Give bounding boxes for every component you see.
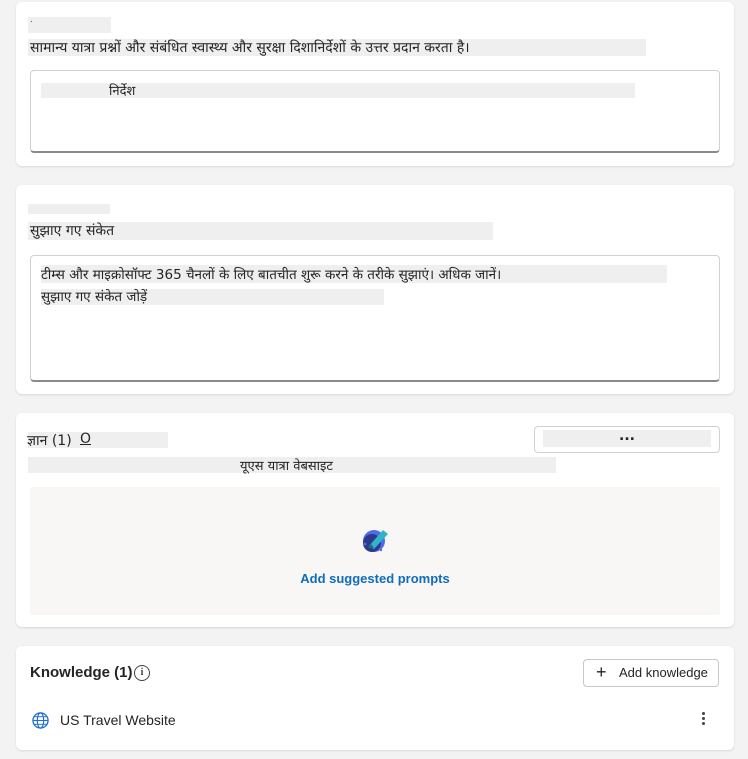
globe-icon	[32, 712, 49, 729]
suggested-prompts-field[interactable]: टीम्स और माइक्रोसॉफ्ट 365 चैनलों के लिए …	[30, 255, 720, 382]
suggested-prompts-card: सुझाए गए संकेत टीम्स और माइक्रोसॉफ्ट 365…	[16, 185, 734, 394]
description-text: सामान्य यात्रा प्रश्नों और संबंधित स्वास…	[30, 40, 470, 56]
knowledge-overlay-card: ज्ञान (1) O ... यूएस यात्रा वेबसाइट Add …	[16, 413, 734, 627]
knowledge-title: Knowledge (1)	[30, 664, 133, 681]
description-card: . सामान्य यात्रा प्रश्नों और संबंधित स्व…	[16, 2, 734, 166]
info-icon[interactable]: i	[134, 665, 150, 681]
add-suggested-prompts-link[interactable]: Add suggested prompts	[30, 571, 720, 586]
suggested-prompts-description: टीम्स और माइक्रोसॉफ्ट 365 चैनलों के लिए …	[41, 267, 502, 283]
add-knowledge-ghost-button[interactable]: ...	[534, 426, 720, 453]
website-label: यूएस यात्रा वेबसाइट	[240, 459, 333, 474]
suggested-prompts-badge-icon	[363, 530, 388, 552]
instructions-label: निर्देश	[109, 84, 136, 99]
more-label: ...	[619, 428, 635, 444]
label-placeholder	[28, 17, 111, 33]
instructions-field[interactable]: निर्देश	[30, 70, 720, 153]
small-label: .	[30, 15, 33, 25]
add-knowledge-label: Add knowledge	[619, 665, 708, 680]
add-knowledge-button[interactable]: + Add knowledge	[583, 659, 719, 687]
knowledge-marker: O	[80, 431, 92, 447]
knowledge-label: ज्ञान (1)	[27, 433, 72, 449]
add-suggested-prompts-text: सुझाए गए संकेत जोड़ें	[41, 289, 148, 305]
more-vertical-icon[interactable]	[700, 710, 706, 730]
plus-icon: +	[596, 662, 607, 682]
knowledge-card: Knowledge (1) i + Add knowledge US Trave…	[16, 646, 734, 750]
knowledge-source-name: US Travel Website	[60, 712, 176, 728]
label-placeholder	[28, 204, 110, 214]
suggested-prompts-empty-state: Add suggested prompts	[30, 487, 720, 615]
suggested-prompts-heading: सुझाए गए संकेत	[30, 223, 115, 239]
